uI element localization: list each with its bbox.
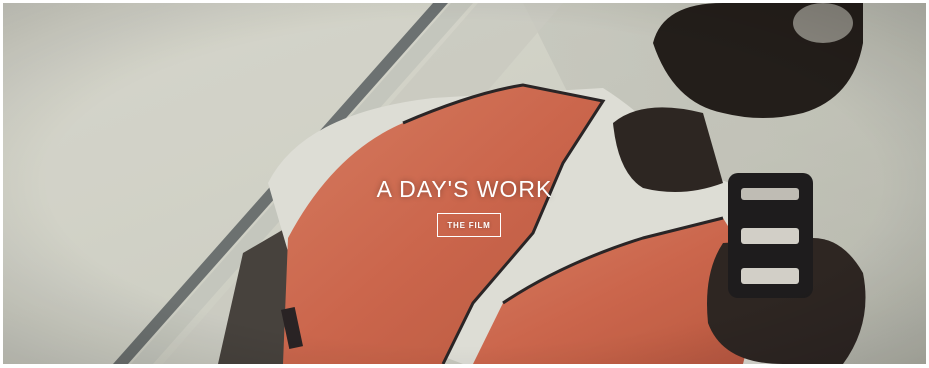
the-film-button[interactable]: THE FILM xyxy=(437,213,501,237)
hero-banner: A DAY'S WORK THE FILM xyxy=(3,3,926,364)
hero-title: A DAY'S WORK xyxy=(376,176,553,202)
